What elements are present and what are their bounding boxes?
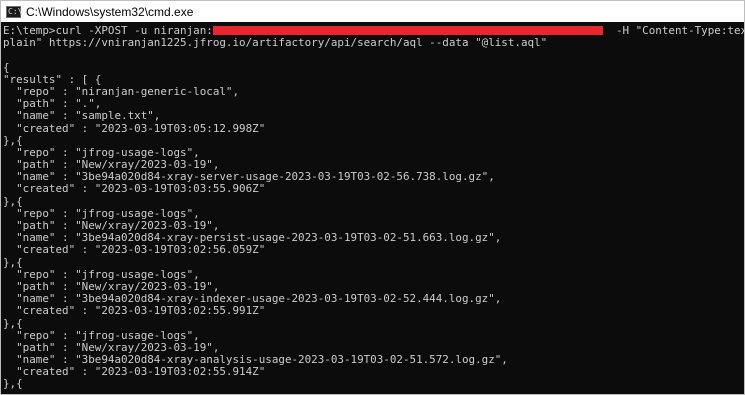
output-line: },{ <box>3 134 23 147</box>
output-line: "created" : "2023-03-19T03:05:12.998Z" <box>3 122 266 135</box>
output-line: "name" : "3be94a020d84-xray-analysis-usa… <box>3 354 508 367</box>
title-bar[interactable]: C:\ C:\Windows\system32\cmd.exe <box>1 1 744 22</box>
output-line: "repo" : "niranjan-generic-local", <box>3 85 240 98</box>
output-line: "results" : [ { <box>3 73 102 86</box>
command-prefix: E:\temp>curl -XPOST -u niranjan: <box>3 25 213 37</box>
output-line: { <box>3 61 10 74</box>
output-line: "repo" : "jfrog-usage-logs", <box>3 268 200 281</box>
output-line: "repo" : "jfrog-usage-logs", <box>3 146 200 159</box>
output-line: "created" : "2023-03-19T03:02:55.991Z" <box>3 305 266 318</box>
window-title: C:\Windows\system32\cmd.exe <box>26 4 194 19</box>
json-output: {"results" : [ { "repo" : "niranjan-gene… <box>3 62 744 391</box>
redacted-credentials <box>212 25 603 35</box>
output-line: "repo" : "jfrog-usage-logs", <box>3 329 200 342</box>
cmd-icon: C:\ <box>6 5 23 18</box>
command-line-continued: plain" https://vniranjan1225.jfrog.io/ar… <box>3 37 548 50</box>
output-line: "repo" : "jfrog-usage-logs", <box>3 207 200 220</box>
output-line: "path" : ".", <box>3 98 102 111</box>
console-output[interactable]: E:\temp>curl -XPOST -u niranjan: -H "Con… <box>1 22 744 394</box>
output-line: "path" : "New/xray/2023-03-19", <box>3 341 220 354</box>
output-line: "name" : "3be94a020d84-xray-indexer-usag… <box>3 293 502 306</box>
output-line: "path" : "New/xray/2023-03-19", <box>3 159 220 172</box>
output-line: "created" : "2023-03-19T03:02:56.059Z" <box>3 244 266 257</box>
output-line: },{ <box>3 195 23 208</box>
output-line: "name" : "3be94a020d84-xray-server-usage… <box>3 171 495 184</box>
output-line: },{ <box>3 378 23 391</box>
output-line: },{ <box>3 317 23 330</box>
output-line: "created" : "2023-03-19T03:03:55.906Z" <box>3 183 266 196</box>
output-line: "path" : "New/xray/2023-03-19", <box>3 280 220 293</box>
output-line: },{ <box>3 256 23 269</box>
cmd-window: C:\ C:\Windows\system32\cmd.exe E:\temp>… <box>0 0 745 395</box>
output-line: "name" : "3be94a020d84-xray-persist-usag… <box>3 232 502 245</box>
output-line: "name" : "sample.txt", <box>3 110 161 123</box>
output-line: "created" : "2023-03-19T03:02:55.914Z" <box>3 366 266 379</box>
output-line: "path" : "New/xray/2023-03-19", <box>3 220 220 232</box>
command-line: E:\temp>curl -XPOST -u niranjan: -H "Con… <box>3 25 744 37</box>
command-suffix: -H "Content-Type:text/ <box>615 25 744 37</box>
